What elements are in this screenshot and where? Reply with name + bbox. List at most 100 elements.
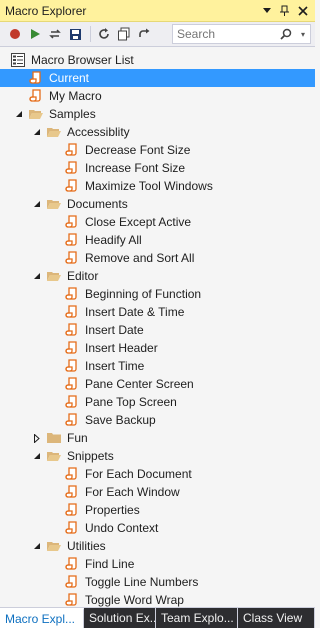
tree-item-label: Insert Time (85, 359, 145, 373)
record-icon[interactable] (6, 25, 24, 43)
redo-icon[interactable] (135, 25, 153, 43)
tree-root[interactable]: Macro Browser List (0, 51, 315, 69)
tree-macro-item[interactable]: Insert Date (0, 321, 315, 339)
expand-arrow-icon[interactable] (32, 447, 42, 465)
folder-open-icon (46, 448, 62, 464)
tab-team-explo[interactable]: Team Explo... (156, 608, 238, 628)
macro-icon (64, 520, 80, 536)
macro-icon (64, 214, 80, 230)
tree-item-label: Editor (67, 269, 99, 283)
tree-item-label: Utilities (67, 539, 106, 553)
tree-item-label: Save Backup (85, 413, 156, 427)
folder-open-icon (46, 538, 62, 554)
macro-icon (64, 286, 80, 302)
collapse-arrow-icon[interactable] (32, 429, 42, 447)
search-box[interactable]: ▾ (172, 24, 311, 44)
expand-arrow-icon[interactable] (14, 105, 24, 123)
folder-icon (46, 430, 62, 446)
tree-folder[interactable]: Utilities (0, 537, 315, 555)
pin-icon[interactable] (277, 3, 293, 19)
tree-folder[interactable]: Documents (0, 195, 315, 213)
tree-macro-item[interactable]: Undo Context (0, 519, 315, 537)
tree-item-label: Insert Date & Time (85, 305, 185, 319)
tool-window-tabs: Macro Expl... Solution Ex... Team Explo...… (0, 607, 315, 628)
tab-class-view[interactable]: Class View (238, 608, 315, 628)
copy-icon[interactable] (115, 25, 133, 43)
tree-item-label: Close Except Active (85, 215, 192, 229)
macro-icon (64, 502, 80, 518)
search-options-dropdown-icon[interactable]: ▾ (296, 30, 310, 39)
macro-icon (64, 232, 80, 248)
search-icon[interactable] (276, 28, 296, 40)
tab-label: Class View (243, 611, 303, 625)
tree-item-label: Toggle Word Wrap (85, 593, 184, 607)
tab-label: Solution Ex... (89, 611, 156, 625)
tree-item-label: Insert Header (85, 341, 158, 355)
tree-macro-item[interactable]: Pane Top Screen (0, 393, 315, 411)
tree-macro-item[interactable]: Properties (0, 501, 315, 519)
tree-item-label: Beginning of Function (85, 287, 202, 301)
expand-arrow-icon[interactable] (32, 195, 42, 213)
macro-icon (64, 304, 80, 320)
expand-arrow-icon[interactable] (32, 267, 42, 285)
macro-list-icon (10, 52, 26, 68)
tab-label: Macro Expl... (5, 612, 76, 626)
tree-item-label: Decrease Font Size (85, 143, 191, 157)
tree-item-label: Pane Center Screen (85, 377, 194, 391)
tree-folder[interactable]: Snippets (0, 447, 315, 465)
tree-macro-item[interactable]: Close Except Active (0, 213, 315, 231)
tree-macro-item[interactable]: Remove and Sort All (0, 249, 315, 267)
tree-macro-item[interactable]: Increase Font Size (0, 159, 315, 177)
tree-item-label: Pane Top Screen (85, 395, 177, 409)
tree-macro-item[interactable]: Insert Header (0, 339, 315, 357)
macro-icon (64, 574, 80, 590)
save-icon[interactable] (66, 25, 84, 43)
macro-icon (28, 88, 44, 104)
tree-macro-item[interactable]: Headify All (0, 231, 315, 249)
refresh-icon[interactable] (95, 25, 113, 43)
tree-macro-item[interactable]: Maximize Tool Windows (0, 177, 315, 195)
loop-icon[interactable] (46, 25, 64, 43)
tree-item-label: For Each Window (85, 485, 180, 499)
tree-folder[interactable]: Editor (0, 267, 315, 285)
tree-item-label: Properties (85, 503, 140, 517)
tree-macro-item[interactable]: Decrease Font Size (0, 141, 315, 159)
macro-icon (64, 160, 80, 176)
toolbar-separator (90, 26, 91, 42)
pin-dropdown-icon[interactable] (259, 3, 275, 19)
tree-macro-item[interactable]: For Each Document (0, 465, 315, 483)
toolbar: ▾ (0, 22, 315, 47)
tree-macro-item[interactable]: Current (0, 69, 315, 87)
tree-item-label: Accessiblity (67, 125, 130, 139)
folder-open-icon (46, 196, 62, 212)
tree-folder[interactable]: Samples (0, 105, 315, 123)
tree-item-label: Undo Context (85, 521, 159, 535)
tree-folder[interactable]: Accessiblity (0, 123, 315, 141)
tree-macro-item[interactable]: Save Backup (0, 411, 315, 429)
tab-macro-expl[interactable]: Macro Expl... (0, 608, 84, 628)
folder-open-icon (46, 124, 62, 140)
tree-macro-item[interactable]: For Each Window (0, 483, 315, 501)
tree-macro-item[interactable]: Beginning of Function (0, 285, 315, 303)
tree-macro-item[interactable]: Insert Time (0, 357, 315, 375)
tree-item-label: Fun (67, 431, 88, 445)
tree-macro-item[interactable]: Toggle Line Numbers (0, 573, 315, 591)
tree-macro-item[interactable]: Pane Center Screen (0, 375, 315, 393)
tree-macro-item[interactable]: My Macro (0, 87, 315, 105)
tree-item-label: Headify All (85, 233, 142, 247)
expand-arrow-icon[interactable] (32, 123, 42, 141)
close-icon[interactable] (295, 3, 311, 19)
tab-solution-ex[interactable]: Solution Ex... (84, 608, 156, 628)
play-icon[interactable] (26, 25, 44, 43)
tree-folder[interactable]: Fun (0, 429, 315, 447)
tree-macro-item[interactable]: Insert Date & Time (0, 303, 315, 321)
tree-macro-item[interactable]: Find Line (0, 555, 315, 573)
tree-item-label: Current (49, 71, 90, 85)
search-input[interactable] (173, 27, 276, 41)
macro-icon (64, 250, 80, 266)
macro-icon (64, 466, 80, 482)
tree-item-label: Increase Font Size (85, 161, 186, 175)
window-title: Macro Explorer (5, 3, 87, 18)
expand-arrow-icon[interactable] (32, 537, 42, 555)
tree-item-label: Snippets (67, 449, 114, 463)
